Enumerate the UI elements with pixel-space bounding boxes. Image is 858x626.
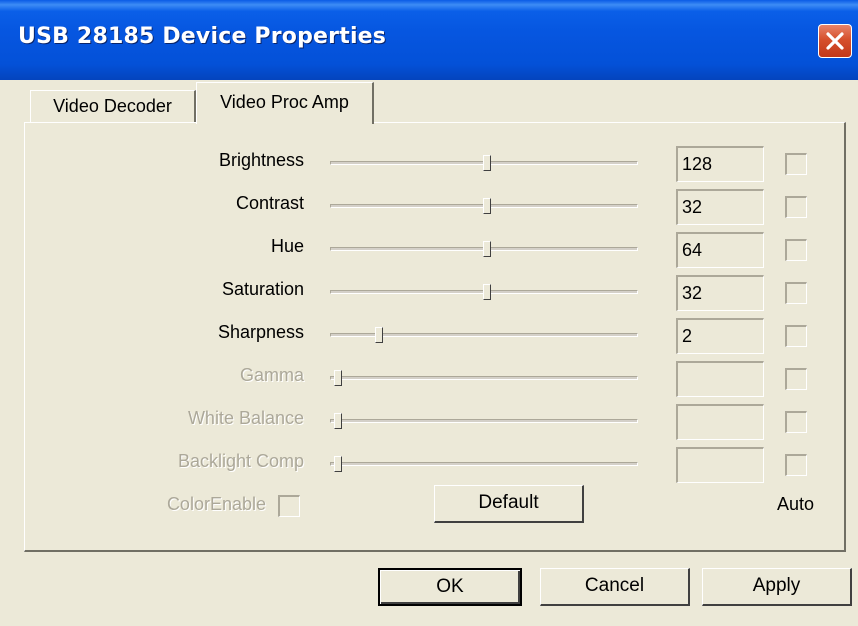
saturation-value-field[interactable]: 32	[676, 275, 764, 311]
gamma-label: Gamma	[239, 365, 304, 385]
backlight-comp-slider-track	[330, 462, 638, 466]
saturation-auto-checkbox[interactable]	[785, 282, 807, 304]
hue-value-field[interactable]: 64	[676, 232, 764, 268]
close-button[interactable]	[818, 24, 852, 58]
contrast-value-field[interactable]: 32	[676, 189, 764, 225]
default-button-label: Default	[478, 492, 539, 513]
close-icon	[826, 32, 844, 50]
sharpness-auto-checkbox[interactable]	[785, 325, 807, 347]
white-balance-slider-track	[330, 419, 638, 423]
white-balance-label: White Balance	[187, 408, 304, 428]
tab-video-decoder[interactable]: Video Decoder	[30, 90, 196, 122]
brightness-slider-thumb[interactable]	[482, 155, 491, 171]
apply-button-label: Apply	[752, 575, 801, 596]
gamma-slider-thumb	[334, 370, 342, 386]
saturation-label: Saturation	[221, 279, 304, 299]
white-balance-auto-checkbox	[785, 411, 807, 433]
hue-slider-thumb[interactable]	[482, 241, 491, 257]
gamma-value-field	[676, 361, 764, 397]
ok-button-label: OK	[436, 576, 464, 597]
sharpness-label: Sharpness	[217, 322, 304, 342]
tab-label: Video Decoder	[53, 96, 172, 116]
backlight-comp-auto-checkbox	[785, 454, 807, 476]
backlight-comp-slider-thumb	[334, 456, 342, 472]
contrast-slider-thumb[interactable]	[482, 198, 491, 214]
backlight-comp-label: Backlight Comp	[177, 451, 304, 471]
brightness-label: Brightness	[218, 150, 304, 170]
title-bar[interactable]: USB 28185 Device Properties	[0, 0, 858, 80]
white-balance-slider-thumb	[334, 413, 342, 429]
sharpness-slider-thumb[interactable]	[374, 327, 383, 343]
saturation-slider-thumb[interactable]	[482, 284, 491, 300]
brightness-auto-checkbox[interactable]	[785, 153, 807, 175]
contrast-auto-checkbox[interactable]	[785, 196, 807, 218]
cancel-button[interactable]: Cancel	[540, 568, 690, 606]
color-enable-label: ColorEnable	[166, 494, 266, 514]
ok-button[interactable]: OK	[378, 568, 522, 606]
window-title: USB 28185 Device Properties	[18, 24, 387, 49]
contrast-label: Contrast	[235, 193, 304, 213]
hue-auto-checkbox[interactable]	[785, 239, 807, 261]
cancel-button-label: Cancel	[584, 575, 645, 596]
default-button[interactable]: Default	[434, 485, 584, 523]
gamma-slider-track	[330, 376, 638, 380]
auto-label: Auto	[776, 494, 814, 514]
tab-label: Video Proc Amp	[220, 92, 349, 112]
tab-video-proc-amp[interactable]: Video Proc Amp	[196, 82, 374, 124]
sharpness-value-field[interactable]: 2	[676, 318, 764, 354]
apply-button[interactable]: Apply	[702, 568, 852, 606]
hue-label: Hue	[270, 236, 304, 256]
brightness-value-field[interactable]: 128	[676, 146, 764, 182]
backlight-comp-value-field	[676, 447, 764, 483]
white-balance-value-field	[676, 404, 764, 440]
gamma-auto-checkbox	[785, 368, 807, 390]
color-enable-checkbox[interactable]	[278, 495, 300, 517]
